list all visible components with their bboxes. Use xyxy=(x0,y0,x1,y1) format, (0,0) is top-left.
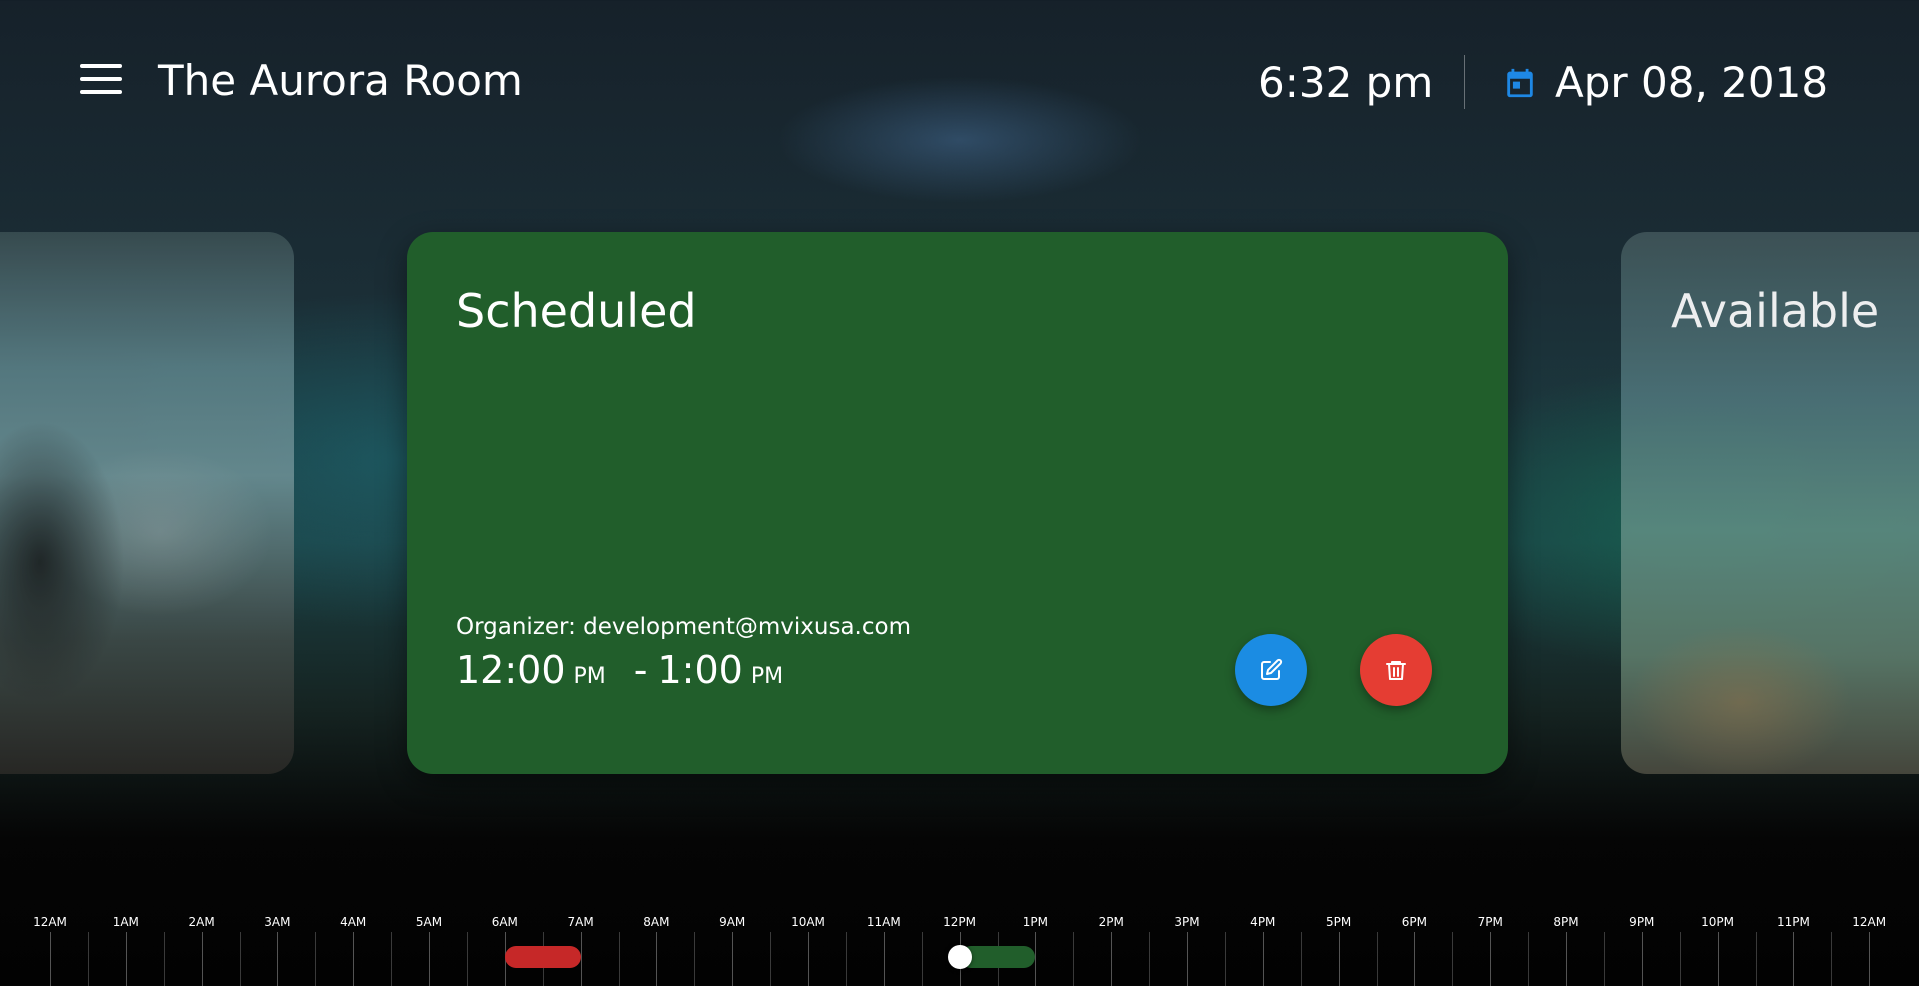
edit-booking-button[interactable] xyxy=(1235,634,1307,706)
header-divider xyxy=(1464,55,1465,109)
next-booking-card[interactable]: Available xyxy=(1621,232,1919,774)
next-booking-status: Available xyxy=(1671,284,1880,338)
timeline-hour-label: 12PM xyxy=(943,915,977,929)
timeline-tick xyxy=(1073,932,1074,986)
timeline-tick xyxy=(581,932,582,986)
timeline-tick xyxy=(1869,932,1870,986)
timeline-tick xyxy=(391,932,392,986)
timeline-tick xyxy=(1452,932,1453,986)
timeline-hour-label: 3PM xyxy=(1174,915,1200,929)
timeline-tick xyxy=(1035,932,1036,986)
timeline-tick xyxy=(126,932,127,986)
timeline-hour-label: 2PM xyxy=(1098,915,1124,929)
timeline-tick xyxy=(732,932,733,986)
edit-icon xyxy=(1261,658,1283,680)
timeline-hour-label: 6AM xyxy=(491,915,518,929)
organizer-label: Organizer: development@mvixusa.com xyxy=(456,614,911,640)
timeline-hour-label: 2AM xyxy=(188,915,215,929)
timeline-tick xyxy=(1263,932,1264,986)
start-time: 12:00 xyxy=(456,648,566,692)
timeline-hour-label: 12AM xyxy=(1852,915,1887,929)
timeline-hour-label: 4PM xyxy=(1250,915,1276,929)
timeline-hour-label: 9AM xyxy=(719,915,746,929)
calendar-icon xyxy=(1507,68,1533,98)
timeline-hour-label: 9PM xyxy=(1629,915,1655,929)
timeline-tick xyxy=(770,932,771,986)
timeline-tick xyxy=(1225,932,1226,986)
timeline-tick xyxy=(1793,932,1794,986)
timeline-hour-label: 10AM xyxy=(791,915,825,929)
timeline-hour-label: 1AM xyxy=(112,915,139,929)
timeline-tick xyxy=(656,932,657,986)
timeline-tick xyxy=(1680,932,1681,986)
timeline-hour-label: 11PM xyxy=(1776,915,1810,929)
timeline-tick xyxy=(1566,932,1567,986)
timeline-hour-label: 12AM xyxy=(33,915,67,929)
timeline-hour-label: 8PM xyxy=(1553,915,1579,929)
timeline-tick xyxy=(694,932,695,986)
timeline-tick xyxy=(1414,932,1415,986)
timeline-tick xyxy=(846,932,847,986)
timeline-tick xyxy=(1339,932,1340,986)
timeline-hour-label: 7PM xyxy=(1477,915,1503,929)
timeline-hour-label: 11AM xyxy=(866,915,901,929)
timeline-tick xyxy=(884,932,885,986)
timeline-tick xyxy=(277,932,278,986)
timeline-tick xyxy=(50,932,51,986)
timeline-hour-label: 8AM xyxy=(643,915,670,929)
delete-booking-button[interactable] xyxy=(1360,634,1432,706)
top-bar: The Aurora Room 6:32 pm Apr 08, 2018 xyxy=(0,0,1919,170)
timeline-tick xyxy=(808,932,809,986)
booking-time-range: 12:00 PM -1:00 PM xyxy=(456,648,783,692)
current-booking-card: Scheduled Organizer: development@mvixusa… xyxy=(407,232,1508,774)
start-period: PM xyxy=(573,664,606,689)
timeline-tick xyxy=(1831,932,1832,986)
timeline-tick xyxy=(922,932,923,986)
timeline-hour-label: 4AM xyxy=(340,915,367,929)
current-time: 6:32 pm xyxy=(1258,58,1434,107)
timeline-tick xyxy=(1490,932,1491,986)
timeline-tick xyxy=(429,932,430,986)
trash-icon xyxy=(1386,661,1406,680)
timeline-tick xyxy=(1756,932,1757,986)
day-timeline[interactable]: 12AM 1AM 2AM 3AM 4AM 5AM 6AM 7AM 8AM 9AM 10AM 11AM 1… xyxy=(0,910,1919,986)
booking-status: Scheduled xyxy=(456,284,697,338)
timeline-tick xyxy=(1718,932,1719,986)
timeline-tick xyxy=(1528,932,1529,986)
timeline-tick xyxy=(619,932,620,986)
timeline-tick xyxy=(353,932,354,986)
timeline-hour-label: 5PM xyxy=(1325,915,1352,929)
time-separator: - xyxy=(633,648,648,692)
timeline-tick xyxy=(1149,932,1150,986)
end-period: PM xyxy=(750,664,784,689)
timeline-hour-label: 1PM xyxy=(1022,915,1049,929)
current-date: Apr 08, 2018 xyxy=(1555,58,1829,107)
timeline-current-marker[interactable] xyxy=(947,945,972,969)
timeline-tick xyxy=(1187,932,1188,986)
timeline-tick xyxy=(1642,932,1643,986)
timeline-tick xyxy=(202,932,203,986)
timeline-hour-label: 5AM xyxy=(415,915,443,929)
previous-booking-card[interactable] xyxy=(0,232,294,774)
hamburger-menu-icon[interactable] xyxy=(80,64,124,100)
timeline-hour-label: 10PM xyxy=(1701,915,1735,929)
end-time: 1:00 xyxy=(657,648,743,692)
timeline-hour-label: 3AM xyxy=(264,915,291,929)
timeline-tick xyxy=(1301,932,1302,986)
timeline-tick xyxy=(1604,932,1605,986)
timeline-tick xyxy=(88,932,89,986)
timeline-tick xyxy=(240,932,241,986)
timeline-tick xyxy=(1377,932,1378,986)
room-name: The Aurora Room xyxy=(158,56,523,105)
timeline-tick xyxy=(1111,932,1112,986)
timeline-tick xyxy=(315,932,316,986)
timeline-hour-label: 7AM xyxy=(567,915,594,929)
timeline-event-bar[interactable] xyxy=(504,946,581,968)
timeline-tick xyxy=(164,932,165,986)
timeline-hour-label: 6PM xyxy=(1401,915,1428,929)
timeline-tick xyxy=(467,932,468,986)
